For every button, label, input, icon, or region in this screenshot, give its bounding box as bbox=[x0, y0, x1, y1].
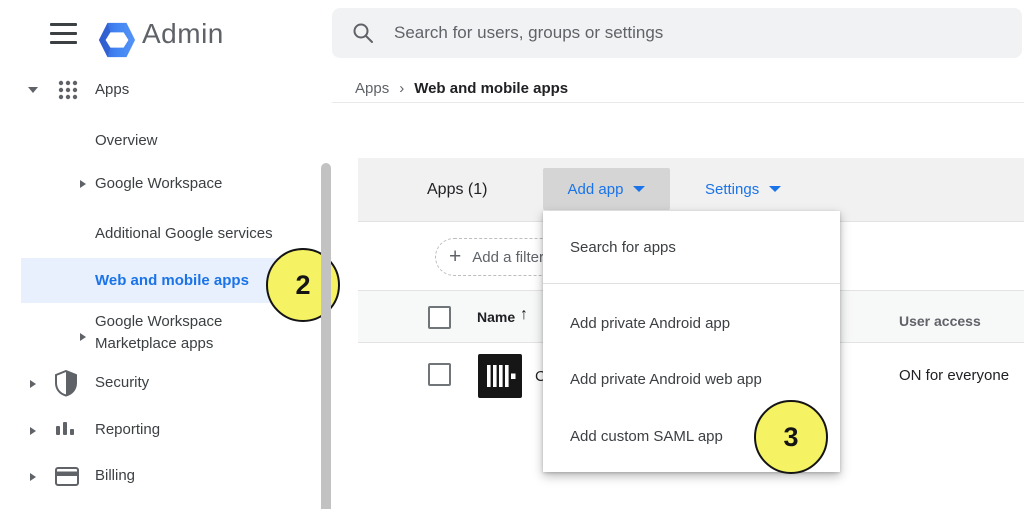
chevron-right-icon bbox=[80, 180, 86, 188]
sidebar-item-overview[interactable]: Overview bbox=[0, 119, 318, 163]
chevron-right-icon bbox=[80, 333, 86, 341]
menu-item-add-private-android-web-app[interactable]: Add private Android web app bbox=[543, 364, 840, 394]
sidebar-item-label: Apps bbox=[95, 82, 129, 98]
apps-grid-icon bbox=[57, 79, 79, 101]
sidebar-item-google-workspace-marketplace-apps[interactable]: Google Workspace Marketplace apps bbox=[0, 304, 318, 360]
breadcrumb-current: Web and mobile apps bbox=[414, 80, 568, 97]
breadcrumb-parent[interactable]: Apps bbox=[355, 80, 389, 97]
admin-logo bbox=[98, 21, 136, 59]
brand-title: Admin bbox=[142, 18, 224, 50]
sidebar-item-security[interactable]: Security bbox=[0, 361, 318, 405]
chevron-down-icon bbox=[28, 87, 38, 93]
settings-button[interactable]: Settings bbox=[705, 168, 781, 210]
sidebar-item-label: Google Workspace Marketplace apps bbox=[95, 311, 273, 355]
sidebar-item-apps[interactable]: Apps bbox=[0, 68, 318, 112]
annotation-step-3: 3 bbox=[754, 400, 828, 474]
settings-button-label: Settings bbox=[705, 181, 759, 198]
bar-chart-icon bbox=[56, 421, 76, 437]
row-checkbox[interactable] bbox=[428, 363, 451, 386]
app-logo-icon bbox=[478, 354, 522, 398]
sidebar-item-label: Overview bbox=[95, 133, 158, 149]
apps-count-label: Apps (1) bbox=[427, 181, 487, 199]
chevron-down-icon bbox=[633, 186, 645, 192]
sidebar-item-reporting[interactable]: Reporting bbox=[0, 408, 318, 452]
annotation-step-2-number: 2 bbox=[295, 270, 310, 301]
add-app-button[interactable]: Add app bbox=[543, 168, 670, 210]
sidebar-scrollbar-thumb[interactable] bbox=[321, 163, 331, 509]
add-filter-label: Add a filter bbox=[472, 249, 544, 266]
search-bar[interactable] bbox=[332, 8, 1022, 58]
sidebar-item-label: Billing bbox=[95, 468, 135, 484]
sidebar-item-google-workspace[interactable]: Google Workspace bbox=[0, 162, 318, 206]
sidebar-item-label: Google Workspace bbox=[95, 176, 222, 192]
shield-icon bbox=[55, 370, 77, 397]
menu-item-add-private-android-app[interactable]: Add private Android app bbox=[543, 308, 840, 338]
user-access-value: ON for everyone bbox=[899, 367, 1009, 384]
sidebar-item-additional-google-services[interactable]: Additional Google services bbox=[0, 212, 318, 256]
chevron-right-icon bbox=[30, 380, 36, 388]
sidebar-item-billing[interactable]: Billing bbox=[0, 454, 318, 498]
sidebar-item-label: Web and mobile apps bbox=[95, 273, 249, 289]
chevron-down-icon bbox=[769, 186, 781, 192]
breadcrumb: Apps › Web and mobile apps bbox=[355, 80, 568, 97]
credit-card-icon bbox=[55, 467, 79, 486]
column-header-user-access: User access bbox=[899, 313, 981, 329]
search-input[interactable] bbox=[394, 23, 954, 43]
sort-ascending-icon[interactable]: ↑ bbox=[520, 306, 528, 324]
search-icon bbox=[352, 22, 374, 44]
chevron-right-icon bbox=[30, 473, 36, 481]
sidebar-item-label: Security bbox=[95, 375, 149, 391]
sidebar-item-label: Reporting bbox=[95, 422, 160, 438]
menu-item-search-for-apps[interactable]: Search for apps bbox=[543, 232, 840, 262]
select-all-checkbox[interactable] bbox=[428, 306, 451, 329]
breadcrumb-separator-icon: › bbox=[399, 80, 404, 97]
header-divider bbox=[332, 102, 1024, 103]
chevron-right-icon bbox=[30, 427, 36, 435]
admin-console: Admin Apps › Web and mobile apps Apps Ov… bbox=[0, 0, 1024, 509]
sidebar-item-label: Additional Google services bbox=[95, 226, 273, 242]
annotation-step-3-number: 3 bbox=[783, 422, 798, 453]
menu-divider bbox=[543, 283, 840, 284]
plus-icon: + bbox=[449, 247, 461, 267]
add-app-button-label: Add app bbox=[568, 181, 624, 198]
menu-icon[interactable] bbox=[50, 23, 77, 50]
column-header-name[interactable]: Name bbox=[477, 309, 515, 325]
